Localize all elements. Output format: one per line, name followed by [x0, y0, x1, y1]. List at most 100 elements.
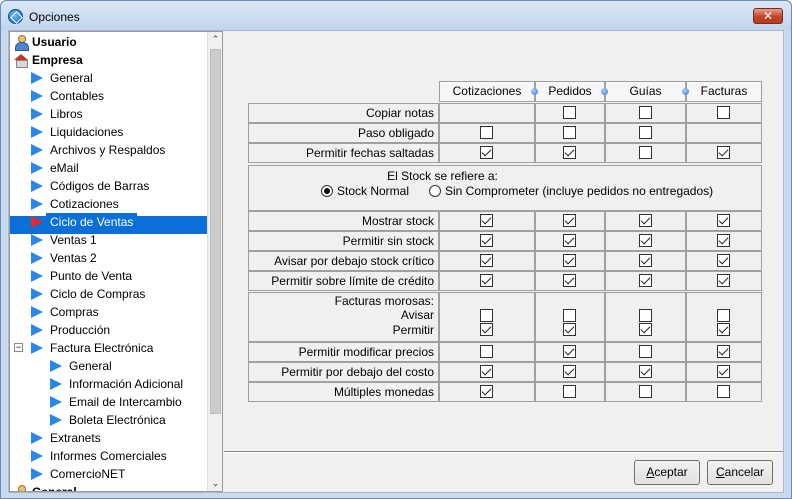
option-checkbox[interactable]	[639, 214, 652, 227]
morosas-avisar-checkbox[interactable]	[563, 309, 576, 322]
option-checkbox[interactable]	[639, 365, 652, 378]
tree-scrollbar[interactable]: ⌃ ⌄	[207, 32, 222, 491]
sort-icon	[682, 88, 689, 95]
scroll-thumb[interactable]	[210, 49, 221, 414]
tree-item[interactable]: General	[10, 357, 207, 375]
tree-item-label: Email de Intercambio	[69, 395, 182, 409]
option-checkbox[interactable]	[480, 385, 493, 398]
option-checkbox[interactable]	[717, 254, 730, 267]
option-checkbox[interactable]	[639, 254, 652, 267]
tree-item[interactable]: Email de Intercambio	[10, 393, 207, 411]
scroll-up-icon[interactable]: ⌃	[208, 32, 222, 47]
tree-item[interactable]: Liquidaciones	[10, 123, 207, 141]
option-checkbox[interactable]	[563, 234, 576, 247]
option-checkbox[interactable]	[563, 254, 576, 267]
tree-item[interactable]: − Factura Electrónica	[10, 339, 207, 357]
stock-sin-radio[interactable]	[429, 185, 441, 197]
arrow-icon	[31, 342, 43, 354]
scroll-down-icon[interactable]: ⌄	[208, 476, 222, 491]
tree-item[interactable]: Códigos de Barras	[10, 177, 207, 195]
option-checkbox[interactable]	[563, 385, 576, 398]
tree-item-label: Ventas 2	[50, 251, 97, 265]
tree-item[interactable]: eMail	[10, 159, 207, 177]
arrow-icon	[50, 414, 62, 426]
option-checkbox[interactable]	[480, 234, 493, 247]
row-label: Paso obligado	[357, 126, 434, 140]
tree-item[interactable]: Extranets	[10, 429, 207, 447]
option-checkbox[interactable]	[480, 126, 493, 139]
accept-button[interactable]: Aceptar	[634, 460, 700, 485]
sort-icon	[601, 88, 608, 95]
tree-item[interactable]: Ciclo de Ventas	[10, 213, 207, 231]
morosas-avisar-checkbox[interactable]	[480, 309, 493, 322]
option-checkbox[interactable]	[480, 146, 493, 159]
row-label: Múltiples monedas	[333, 385, 434, 399]
option-checkbox[interactable]	[480, 214, 493, 227]
arrow-icon	[31, 162, 43, 174]
tree-item-label: eMail	[50, 161, 79, 175]
option-checkbox[interactable]	[480, 365, 493, 378]
tree-item[interactable]: Ciclo de Compras	[10, 285, 207, 303]
stock-normal-radio[interactable]	[321, 185, 333, 197]
stock-title: El Stock se refiere a:	[387, 169, 498, 183]
tree-item[interactable]: Usuario	[10, 33, 207, 51]
option-checkbox[interactable]	[563, 274, 576, 287]
option-checkbox[interactable]	[639, 106, 652, 119]
option-checkbox[interactable]	[639, 345, 652, 358]
option-checkbox[interactable]	[563, 146, 576, 159]
morosas-permitir-checkbox[interactable]	[717, 323, 730, 336]
collapse-icon[interactable]: −	[14, 343, 23, 352]
tree-item[interactable]: Boleta Electrónica	[10, 411, 207, 429]
arrow-icon	[31, 324, 43, 336]
option-checkbox[interactable]	[717, 365, 730, 378]
arrow-icon	[31, 234, 43, 246]
option-checkbox[interactable]	[717, 106, 730, 119]
option-checkbox[interactable]	[717, 345, 730, 358]
morosas-permitir-checkbox[interactable]	[639, 323, 652, 336]
morosas-avisar-checkbox[interactable]	[639, 309, 652, 322]
tree-item[interactable]: Ventas 2	[10, 249, 207, 267]
option-checkbox[interactable]	[717, 214, 730, 227]
option-checkbox[interactable]	[480, 274, 493, 287]
option-checkbox[interactable]	[563, 106, 576, 119]
tree-item[interactable]: ComercioNET	[10, 465, 207, 483]
option-checkbox[interactable]	[717, 385, 730, 398]
title-bar[interactable]: Opciones ✕	[1, 1, 791, 30]
tree-item[interactable]: General	[10, 483, 207, 491]
tree-item-label: Ciclo de Ventas	[46, 213, 138, 231]
option-checkbox[interactable]	[717, 274, 730, 287]
option-checkbox[interactable]	[563, 365, 576, 378]
tree-item[interactable]: Cotizaciones	[10, 195, 207, 213]
option-checkbox[interactable]	[563, 345, 576, 358]
option-checkbox[interactable]	[480, 254, 493, 267]
tree-item[interactable]: Compras	[10, 303, 207, 321]
close-button[interactable]: ✕	[753, 8, 783, 24]
tree-item[interactable]: General	[10, 69, 207, 87]
option-checkbox[interactable]	[480, 345, 493, 358]
user-icon	[14, 35, 29, 51]
option-checkbox[interactable]	[563, 126, 576, 139]
morosas-avisar-checkbox[interactable]	[717, 309, 730, 322]
option-checkbox[interactable]	[563, 214, 576, 227]
option-checkbox[interactable]	[717, 234, 730, 247]
morosas-permitir-checkbox[interactable]	[480, 323, 493, 336]
tree-item[interactable]: Archivos y Respaldos	[10, 141, 207, 159]
morosas-permitir-checkbox[interactable]	[563, 323, 576, 336]
tree-item[interactable]: Libros	[10, 105, 207, 123]
option-checkbox[interactable]	[639, 234, 652, 247]
option-checkbox[interactable]	[639, 385, 652, 398]
option-checkbox[interactable]	[639, 146, 652, 159]
tree-item[interactable]: Contables	[10, 87, 207, 105]
tree-item[interactable]: Producción	[10, 321, 207, 339]
option-checkbox[interactable]	[639, 274, 652, 287]
option-checkbox[interactable]	[717, 146, 730, 159]
tree-item[interactable]: Empresa	[10, 51, 207, 69]
cancel-button[interactable]: Cancelar	[707, 460, 773, 485]
column-header-label: Pedidos	[548, 84, 592, 98]
tree-item-label: Producción	[50, 323, 111, 337]
tree-item[interactable]: Información Adicional	[10, 375, 207, 393]
option-checkbox[interactable]	[639, 126, 652, 139]
tree-item[interactable]: Informes Comerciales	[10, 447, 207, 465]
tree-item[interactable]: Ventas 1	[10, 231, 207, 249]
tree-item[interactable]: Punto de Venta	[10, 267, 207, 285]
